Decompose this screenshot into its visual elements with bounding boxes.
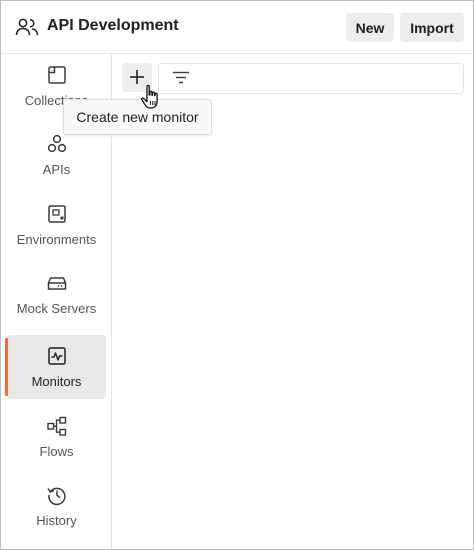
sidebar-item-label: Flows xyxy=(39,444,74,459)
history-icon xyxy=(47,487,66,506)
header: API Development New Import xyxy=(1,1,473,54)
sidebar-item-label: History xyxy=(36,513,77,528)
sidebar-item-flows[interactable]: Flows xyxy=(7,405,106,469)
workspace-title: API Development xyxy=(47,17,179,34)
sidebar-item-environments[interactable]: Environments xyxy=(7,193,106,257)
apis-icon xyxy=(47,134,67,153)
sidebar-item-label: APIs xyxy=(42,162,71,177)
filter-icon xyxy=(173,71,189,84)
sidebar-item-label: Monitors xyxy=(31,374,82,389)
sidebar-item-mock-servers[interactable]: Mock Servers xyxy=(7,262,106,326)
mock-servers-icon xyxy=(47,277,67,290)
import-button[interactable]: Import xyxy=(400,13,464,42)
sidebar-item-monitors[interactable]: Monitors xyxy=(5,335,106,399)
filter-input[interactable] xyxy=(158,63,464,94)
app-window: API Development New Import Collections A… xyxy=(0,0,474,550)
sidebar-item-label: Environments xyxy=(16,232,97,247)
collections-icon xyxy=(48,66,66,84)
hand-cursor-icon xyxy=(141,84,158,109)
sidebar-item-label: Mock Servers xyxy=(16,301,97,316)
team-workspace-icon xyxy=(15,18,39,36)
monitors-icon xyxy=(48,347,66,365)
flows-icon xyxy=(47,416,67,436)
sidebar-item-history[interactable]: History xyxy=(7,474,106,538)
tooltip: Create new monitor xyxy=(63,99,212,135)
new-button[interactable]: New xyxy=(346,13,394,42)
environments-icon xyxy=(48,205,66,223)
